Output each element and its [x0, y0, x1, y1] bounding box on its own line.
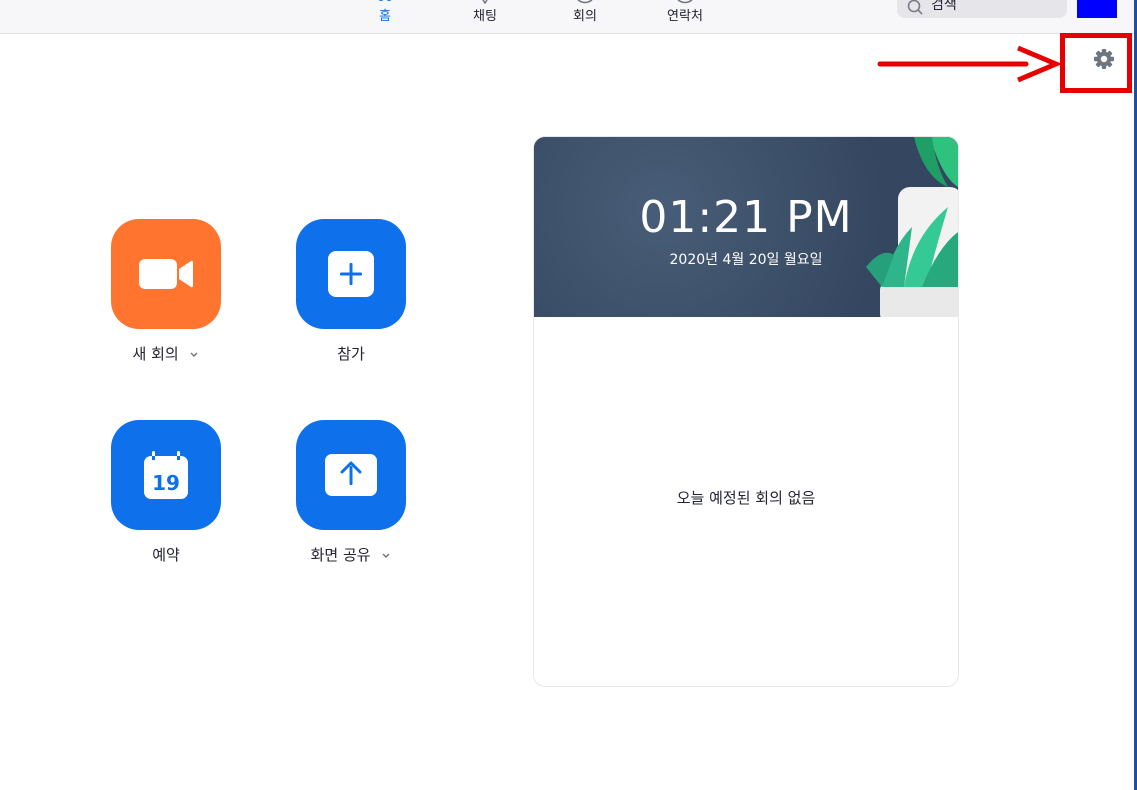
new-meeting-button[interactable]: 새 회의	[111, 219, 221, 364]
plus-icon	[328, 251, 374, 297]
search-input[interactable]	[931, 0, 1051, 14]
share-screen-button[interactable]: 화면 공유	[296, 420, 406, 565]
search-icon	[907, 0, 923, 15]
current-time: 01:21 PM	[639, 192, 853, 243]
share-screen-label: 화면 공유	[310, 546, 371, 564]
tab-meetings-label: 회의	[573, 9, 597, 24]
home-icon	[378, 0, 392, 1]
current-date: 2020년 4월 20일 월요일	[669, 252, 823, 268]
video-camera-icon	[139, 259, 193, 289]
join-label: 참가	[337, 345, 365, 363]
no-meetings-message: 오늘 예정된 회의 없음	[676, 489, 816, 507]
chat-icon	[482, 0, 488, 4]
join-tile[interactable]	[296, 219, 406, 329]
schedule-button[interactable]: 19 예약	[111, 420, 221, 565]
tab-home[interactable]: 홈	[345, 0, 425, 33]
chevron-down-icon[interactable]	[381, 552, 391, 560]
tab-contacts[interactable]: 연락처	[645, 0, 725, 33]
upcoming-meetings-card: 01:21 PM 2020년 4월 20일 월요일 오늘 예정된 회의 없음	[533, 136, 959, 687]
meetings-icon	[577, 0, 593, 4]
new-meeting-label: 새 회의	[132, 345, 179, 363]
search-box[interactable]	[897, 0, 1067, 18]
join-button[interactable]: 참가	[296, 219, 406, 364]
annotation-arrow-icon	[877, 45, 1062, 83]
calendar-day-number: 19	[152, 471, 180, 495]
tab-meetings[interactable]: 회의	[545, 0, 625, 33]
tab-home-label: 홈	[379, 9, 391, 24]
gear-icon	[1094, 49, 1114, 69]
avatar[interactable]	[1077, 0, 1117, 18]
clock-banner: 01:21 PM 2020년 4월 20일 월요일	[534, 137, 958, 317]
contacts-icon	[677, 0, 693, 4]
share-screen-tile[interactable]	[296, 420, 406, 530]
tab-chat[interactable]: 채팅	[445, 0, 525, 33]
tab-contacts-label: 연락처	[667, 9, 703, 24]
chevron-down-icon[interactable]	[189, 351, 199, 359]
new-meeting-tile[interactable]	[111, 219, 221, 329]
schedule-label: 예약	[152, 546, 180, 564]
top-navigation-bar: 홈 채팅 회의 연락처	[0, 0, 1137, 34]
calendar-icon: 19	[144, 451, 188, 499]
settings-button[interactable]	[1088, 44, 1120, 76]
share-screen-icon	[325, 454, 377, 496]
schedule-tile[interactable]: 19	[111, 420, 221, 530]
tab-chat-label: 채팅	[473, 9, 497, 24]
zoom-home-window: 홈 채팅 회의 연락처 검색 새 회의 참가 19 예약 화면 공유 01:21…	[0, 0, 1137, 790]
